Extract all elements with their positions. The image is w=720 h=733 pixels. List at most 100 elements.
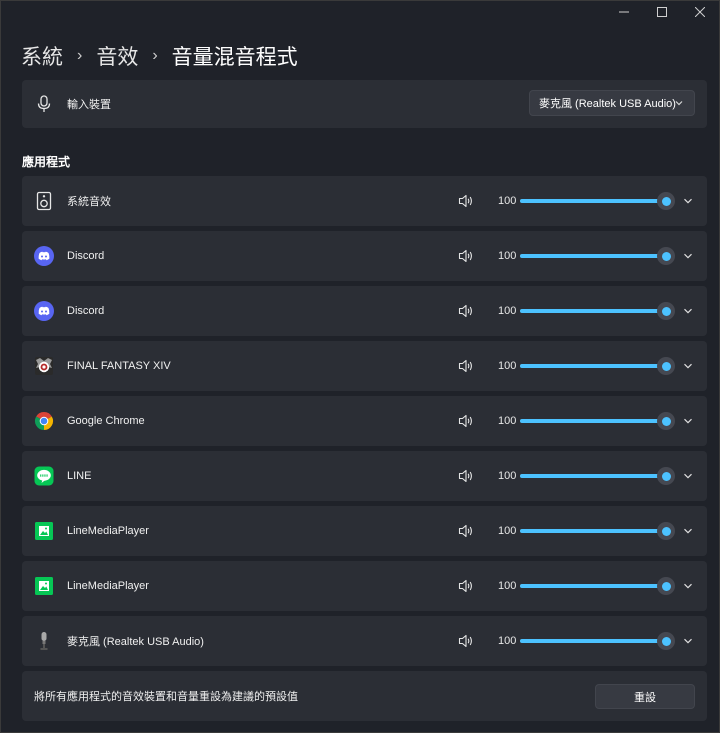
slider-thumb[interactable] [657,192,675,210]
volume-icon[interactable] [458,578,474,594]
app-name: LINE [67,470,92,482]
expand-button[interactable] [680,193,696,209]
volume-icon[interactable] [458,193,474,209]
discord-icon [34,246,54,266]
ffxiv-icon [34,356,54,376]
reset-button[interactable]: 重設 [595,684,695,709]
app-name: Discord [67,305,105,317]
minimize-button[interactable] [605,1,643,23]
volume-value: 100 [498,415,517,427]
volume-value: 100 [498,250,517,262]
app-name: 系統音效 [67,196,111,208]
volume-slider[interactable] [520,466,675,486]
input-device-selected: 麥克風 (Realtek USB Audio) [539,98,676,110]
chrome-icon [34,411,54,431]
volume-value: 100 [498,580,517,592]
app-row: Discord 100 [22,286,707,336]
slider-fill [520,639,666,643]
slider-thumb[interactable] [657,632,675,650]
slider-fill [520,584,666,588]
chevron-down-icon [684,253,692,259]
volume-slider[interactable] [520,576,675,596]
reset-card: 將所有應用程式的音效裝置和音量重設為建議的預設值 重設 [22,671,707,721]
chevron-down-icon [684,528,692,534]
app-name: FINAL FANTASY XIV [67,360,171,372]
microphone-icon [34,94,54,114]
volume-icon[interactable] [458,303,474,319]
breadcrumb-system[interactable]: 系統 [21,41,63,71]
slider-fill [520,199,666,203]
slider-thumb[interactable] [657,467,675,485]
expand-button[interactable] [680,358,696,374]
volume-icon[interactable] [458,358,474,374]
chevron-right-icon: › [152,47,158,64]
app-row: LINE 100 [22,451,707,501]
volume-slider[interactable] [520,191,675,211]
volume-icon[interactable] [458,633,474,649]
expand-button[interactable] [680,468,696,484]
volume-slider[interactable] [520,521,675,541]
volume-value: 100 [498,305,517,317]
settings-window: 系統 › 音效 › 音量混音程式 輸入裝置 麥克風 (Realtek USB A… [0,0,720,733]
chevron-right-icon: › [77,47,83,64]
app-row: FINAL FANTASY XIV 100 [22,341,707,391]
volume-slider[interactable] [520,301,675,321]
chevron-down-icon [684,473,692,479]
volume-value: 100 [498,635,517,647]
slider-thumb[interactable] [657,302,675,320]
chevron-down-icon [684,308,692,314]
slider-thumb[interactable] [657,247,675,265]
slider-thumb[interactable] [657,522,675,540]
slider-fill [520,254,666,258]
minimize-icon [619,11,629,13]
maximize-button[interactable] [643,1,681,23]
app-name: 麥克風 (Realtek USB Audio) [67,636,204,648]
expand-button[interactable] [680,578,696,594]
input-device-label: 輸入裝置 [67,99,111,111]
volume-value: 100 [498,525,517,537]
reset-description: 將所有應用程式的音效裝置和音量重設為建議的預設值 [34,691,298,703]
slider-thumb[interactable] [657,357,675,375]
volume-icon[interactable] [458,413,474,429]
app-row: LineMediaPlayer 100 [22,506,707,556]
microphone-icon [34,631,54,651]
speaker-icon [34,191,54,211]
chevron-down-icon [684,418,692,424]
slider-fill [520,309,666,313]
volume-slider[interactable] [520,631,675,651]
expand-button[interactable] [680,303,696,319]
volume-icon[interactable] [458,468,474,484]
slider-thumb[interactable] [657,577,675,595]
app-row: 麥克風 (Realtek USB Audio) 100 [22,616,707,666]
page-title: 音量混音程式 [171,46,298,69]
volume-slider[interactable] [520,356,675,376]
expand-button[interactable] [680,413,696,429]
close-icon [695,7,705,17]
expand-button[interactable] [680,633,696,649]
slider-fill [520,364,666,368]
breadcrumb-sound[interactable]: 音效 [96,41,138,71]
maximize-icon [657,7,667,17]
volume-icon[interactable] [458,523,474,539]
expand-button[interactable] [680,523,696,539]
volume-icon[interactable] [458,248,474,264]
discord-icon [34,301,54,321]
line-icon [34,466,54,486]
app-name: Google Chrome [67,415,145,427]
input-device-dropdown[interactable]: 麥克風 (Realtek USB Audio) [529,90,695,116]
close-button[interactable] [681,1,719,23]
apps-section-title: 應用程式 [22,155,71,169]
volume-slider[interactable] [520,246,675,266]
app-name: LineMediaPlayer [67,580,149,592]
volume-value: 100 [498,360,517,372]
title-bar [605,1,719,23]
slider-thumb[interactable] [657,412,675,430]
app-row: Google Chrome 100 [22,396,707,446]
app-row: LineMediaPlayer 100 [22,561,707,611]
app-name: LineMediaPlayer [67,525,149,537]
expand-button[interactable] [680,248,696,264]
input-device-card: 輸入裝置 麥克風 (Realtek USB Audio) [22,80,707,128]
chevron-down-icon [684,363,692,369]
volume-value: 100 [498,470,517,482]
volume-slider[interactable] [520,411,675,431]
